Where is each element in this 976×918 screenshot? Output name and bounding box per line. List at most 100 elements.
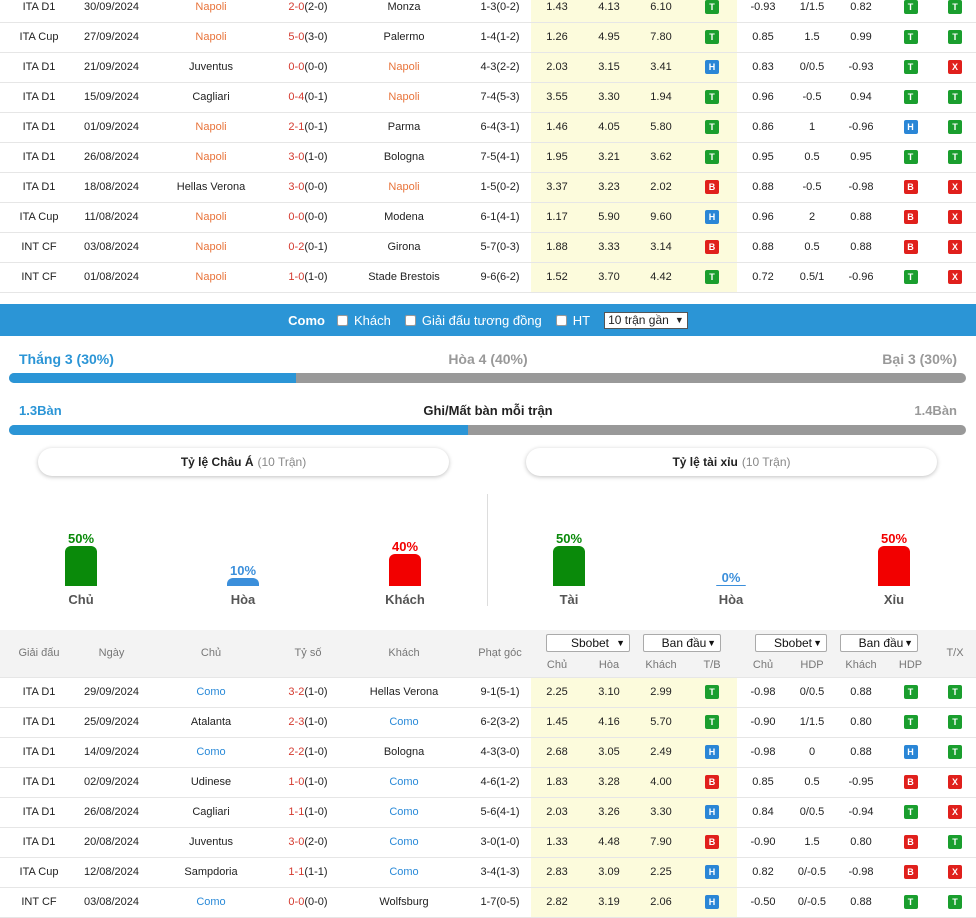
away-team-cell[interactable]: Bologna — [339, 738, 469, 767]
score-cell[interactable]: 0-0(0-0) — [277, 53, 339, 82]
match-row[interactable]: ITA D1 26/08/2024 Cagliari 1-1(1-0) Como 5-6(… — [0, 798, 976, 828]
odds-type-select-1[interactable]: Ban đầu ▼ — [643, 634, 721, 652]
home-team-cell[interactable]: Atalanta — [145, 708, 277, 737]
league-cell[interactable]: ITA D1 — [0, 828, 78, 857]
match-count-select[interactable]: 10 trận gần ▼ — [604, 311, 688, 329]
league-cell[interactable]: ITA D1 — [0, 113, 78, 142]
league-cell[interactable]: INT CF — [0, 233, 78, 262]
match-row[interactable]: ITA Cup 11/08/2024 Napoli 0-0(0-0) Modena 6-1… — [0, 203, 976, 233]
ht-checkbox-label[interactable]: HT — [573, 313, 590, 328]
league-cell[interactable]: ITA Cup — [0, 858, 78, 887]
same-league-checkbox-label[interactable]: Giải đấu tương đồng — [422, 313, 542, 328]
away-team-cell[interactable]: Napoli — [339, 173, 469, 202]
match-row[interactable]: INT CF 01/08/2024 Napoli 1-0(1-0) Stade Bres… — [0, 263, 976, 293]
score-cell[interactable]: 1-1(1-0) — [277, 798, 339, 827]
league-cell[interactable]: ITA D1 — [0, 53, 78, 82]
score-cell[interactable]: 1-0(1-0) — [277, 263, 339, 292]
league-cell[interactable]: ITA D1 — [0, 83, 78, 112]
away-team-cell[interactable]: Modena — [339, 203, 469, 232]
away-team-cell[interactable]: Palermo — [339, 23, 469, 52]
home-team-cell[interactable]: Napoli — [145, 143, 277, 172]
away-team-cell[interactable]: Bologna — [339, 143, 469, 172]
league-cell[interactable]: ITA D1 — [0, 0, 78, 22]
league-cell[interactable]: ITA D1 — [0, 798, 78, 827]
league-cell[interactable]: ITA D1 — [0, 678, 78, 707]
match-row[interactable]: ITA D1 14/09/2024 Como 2-2(1-0) Bologna 4-3(3… — [0, 738, 976, 768]
match-row[interactable]: ITA Cup 27/09/2024 Napoli 5-0(3-0) Palermo 1-… — [0, 23, 976, 53]
home-team-cell[interactable]: Hellas Verona — [145, 173, 277, 202]
league-cell[interactable]: ITA Cup — [0, 23, 78, 52]
home-team-cell[interactable]: Napoli — [145, 113, 277, 142]
score-cell[interactable]: 1-0(1-0) — [277, 768, 339, 797]
match-row[interactable]: ITA D1 20/08/2024 Juventus 3-0(2-0) Como 3-0(… — [0, 828, 976, 858]
same-league-checkbox[interactable] — [404, 314, 416, 326]
score-cell[interactable]: 0-0(0-0) — [277, 203, 339, 232]
score-cell[interactable]: 3-0(2-0) — [277, 828, 339, 857]
bookmaker-select-2[interactable]: Sbobet ▼ — [755, 634, 827, 652]
match-row[interactable]: ITA D1 02/09/2024 Udinese 1-0(1-0) Como 4-6(1… — [0, 768, 976, 798]
away-team-cell[interactable]: Hellas Verona — [339, 678, 469, 707]
ht-checkbox[interactable] — [555, 314, 567, 326]
league-cell[interactable]: ITA Cup — [0, 203, 78, 232]
league-cell[interactable]: ITA D1 — [0, 173, 78, 202]
match-row[interactable]: ITA D1 30/09/2024 Napoli 2-0(2-0) Monza 1-3(0… — [0, 0, 976, 23]
score-cell[interactable]: 0-4(0-1) — [277, 83, 339, 112]
home-team-cell[interactable]: Juventus — [145, 53, 277, 82]
match-row[interactable]: ITA D1 25/09/2024 Atalanta 2-3(1-0) Como 6-2(… — [0, 708, 976, 738]
home-team-cell[interactable]: Napoli — [145, 23, 277, 52]
score-cell[interactable]: 0-2(0-1) — [277, 233, 339, 262]
away-checkbox-label[interactable]: Khách — [354, 313, 391, 328]
away-team-cell[interactable]: Como — [339, 858, 469, 887]
away-team-cell[interactable]: Como — [339, 828, 469, 857]
match-row[interactable]: ITA D1 01/09/2024 Napoli 2-1(0-1) Parma 6-4(3… — [0, 113, 976, 143]
home-team-cell[interactable]: Sampdoria — [145, 858, 277, 887]
score-cell[interactable]: 2-0(2-0) — [277, 0, 339, 22]
score-cell[interactable]: 2-2(1-0) — [277, 738, 339, 767]
match-row[interactable]: INT CF 03/08/2024 Napoli 0-2(0-1) Girona 5-7(… — [0, 233, 976, 263]
away-team-cell[interactable]: Como — [339, 798, 469, 827]
home-team-cell[interactable]: Napoli — [145, 0, 277, 22]
league-cell[interactable]: ITA D1 — [0, 738, 78, 767]
score-cell[interactable]: 2-1(0-1) — [277, 113, 339, 142]
away-team-cell[interactable]: Monza — [339, 0, 469, 22]
score-cell[interactable]: 0-0(0-0) — [277, 888, 339, 917]
home-team-cell[interactable]: Como — [145, 888, 277, 917]
home-team-cell[interactable]: Napoli — [145, 203, 277, 232]
away-team-cell[interactable]: Stade Brestois — [339, 263, 469, 292]
league-cell[interactable]: ITA D1 — [0, 768, 78, 797]
bookmaker-select-1[interactable]: Sbobet ▼ — [546, 634, 630, 652]
away-checkbox[interactable] — [337, 314, 349, 326]
home-team-cell[interactable]: Napoli — [145, 263, 277, 292]
home-team-cell[interactable]: Cagliari — [145, 83, 277, 112]
home-team-cell[interactable]: Cagliari — [145, 798, 277, 827]
home-team-cell[interactable]: Napoli — [145, 233, 277, 262]
league-cell[interactable]: INT CF — [0, 888, 78, 917]
odds-type-select-2[interactable]: Ban đầu ▼ — [840, 634, 918, 652]
match-row[interactable]: ITA D1 15/09/2024 Cagliari 0-4(0-1) Napoli 7-… — [0, 83, 976, 113]
score-cell[interactable]: 3-2(1-0) — [277, 678, 339, 707]
away-team-cell[interactable]: Napoli — [339, 53, 469, 82]
home-team-cell[interactable]: Como — [145, 678, 277, 707]
home-team-cell[interactable]: Como — [145, 738, 277, 767]
score-cell[interactable]: 2-3(1-0) — [277, 708, 339, 737]
match-row[interactable]: ITA D1 26/08/2024 Napoli 3-0(1-0) Bologna 7-5… — [0, 143, 976, 173]
away-team-cell[interactable]: Como — [339, 708, 469, 737]
away-team-cell[interactable]: Como — [339, 768, 469, 797]
away-team-cell[interactable]: Girona — [339, 233, 469, 262]
match-row[interactable]: ITA D1 29/09/2024 Como 3-2(1-0) Hellas Veron… — [0, 678, 976, 708]
score-cell[interactable]: 3-0(0-0) — [277, 173, 339, 202]
home-team-cell[interactable]: Udinese — [145, 768, 277, 797]
score-cell[interactable]: 5-0(3-0) — [277, 23, 339, 52]
score-cell[interactable]: 1-1(1-1) — [277, 858, 339, 887]
league-cell[interactable]: ITA D1 — [0, 708, 78, 737]
home-team-cell[interactable]: Juventus — [145, 828, 277, 857]
match-row[interactable]: ITA D1 21/09/2024 Juventus 0-0(0-0) Napoli 4-… — [0, 53, 976, 83]
league-cell[interactable]: ITA D1 — [0, 143, 78, 172]
away-team-cell[interactable]: Napoli — [339, 83, 469, 112]
match-row[interactable]: ITA D1 18/08/2024 Hellas Verona 3-0(0-0) Nap… — [0, 173, 976, 203]
league-cell[interactable]: INT CF — [0, 263, 78, 292]
away-team-cell[interactable]: Wolfsburg — [339, 888, 469, 917]
match-row[interactable]: INT CF 03/08/2024 Como 0-0(0-0) Wolfsburg 1-7… — [0, 888, 976, 918]
match-row[interactable]: ITA Cup 12/08/2024 Sampdoria 1-1(1-1) Como 3-… — [0, 858, 976, 888]
score-cell[interactable]: 3-0(1-0) — [277, 143, 339, 172]
